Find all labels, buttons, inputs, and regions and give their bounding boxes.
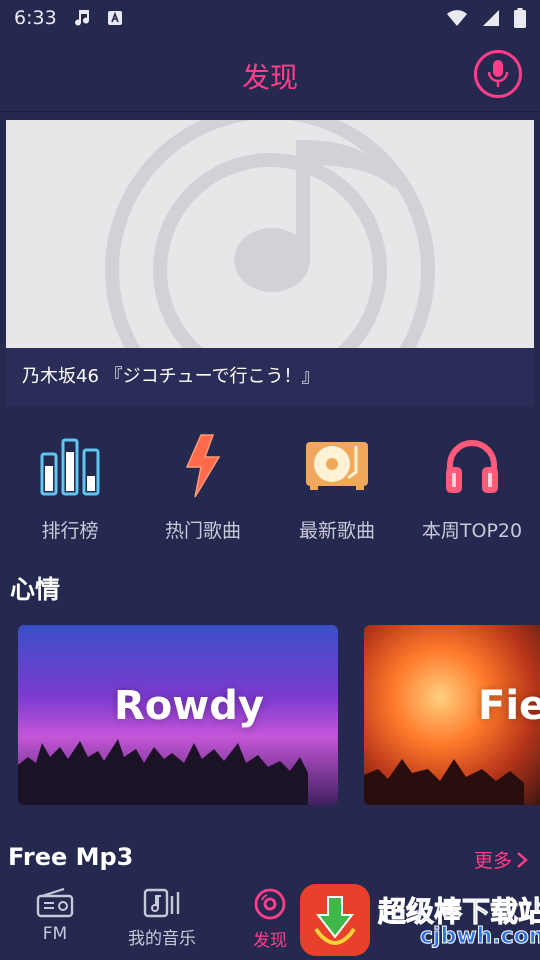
status-time: 6:33 xyxy=(14,7,57,29)
category-weekly-top20-label: 本周TOP20 xyxy=(421,520,523,542)
signal-icon xyxy=(483,10,499,26)
a-badge-icon xyxy=(107,11,122,25)
download-arrow-icon xyxy=(314,896,356,946)
category-hot-songs-label: 热门歌曲 xyxy=(164,520,241,542)
nav-my-music[interactable]: 我的音乐 xyxy=(107,888,217,949)
category-ranking[interactable]: 排行榜 xyxy=(0,430,140,543)
category-row: 排行榜 热门歌曲 最新歌曲 本周TOP20 xyxy=(0,430,540,550)
watermark-logo xyxy=(300,884,370,956)
headphones-icon xyxy=(446,440,498,493)
turntable-icon xyxy=(306,442,368,490)
category-hot-songs[interactable]: 热门歌曲 xyxy=(133,430,273,543)
category-new-songs-label: 最新歌曲 xyxy=(298,520,375,542)
mood-section-title: 心情 xyxy=(10,575,61,604)
header: 发现 xyxy=(0,36,540,112)
mood-card-fie[interactable]: Fie xyxy=(364,625,540,805)
nav-fm-label: FM xyxy=(42,924,68,944)
microphone-icon xyxy=(487,60,509,87)
more-link-label: 更多 xyxy=(473,850,512,872)
banner-image-placeholder xyxy=(6,120,534,348)
radio-icon xyxy=(36,887,74,918)
mood-card-rowdy[interactable]: Rowdy xyxy=(18,625,338,805)
chevron-right-icon xyxy=(517,851,528,868)
banner-carousel[interactable]: 乃木坂46 『ジコチューで行こう！』 xyxy=(6,120,534,406)
disc-icon xyxy=(254,888,286,920)
music-note-placeholder-icon xyxy=(105,120,435,348)
category-weekly-top20[interactable]: 本周TOP20 xyxy=(402,430,540,543)
banner-caption: 乃木坂46 『ジコチューで行こう！』 xyxy=(22,366,320,387)
free-mp3-title: Free Mp3 xyxy=(8,843,134,871)
battery-icon xyxy=(514,8,526,28)
lightning-icon xyxy=(185,434,221,498)
bar-chart-icon xyxy=(40,438,100,496)
watermark: 超级棒下载站 cjbwh.com xyxy=(300,882,540,960)
music-library-icon xyxy=(143,888,180,918)
nav-fm[interactable]: FM xyxy=(0,887,110,944)
mood-card-label: Fie xyxy=(478,683,540,729)
status-bar: 6:33 xyxy=(0,0,540,36)
music-notes-icon xyxy=(74,10,89,26)
more-link[interactable]: 更多 xyxy=(474,846,528,873)
watermark-domain: cjbwh.com xyxy=(420,924,540,950)
page-title: 发现 xyxy=(241,61,298,94)
nav-my-music-label: 我的音乐 xyxy=(128,929,196,949)
wifi-icon xyxy=(447,10,467,26)
mood-card-label: Rowdy xyxy=(114,683,264,729)
category-ranking-label: 排行榜 xyxy=(41,520,99,542)
voice-search-button[interactable] xyxy=(474,50,522,98)
category-new-songs[interactable]: 最新歌曲 xyxy=(267,430,407,543)
